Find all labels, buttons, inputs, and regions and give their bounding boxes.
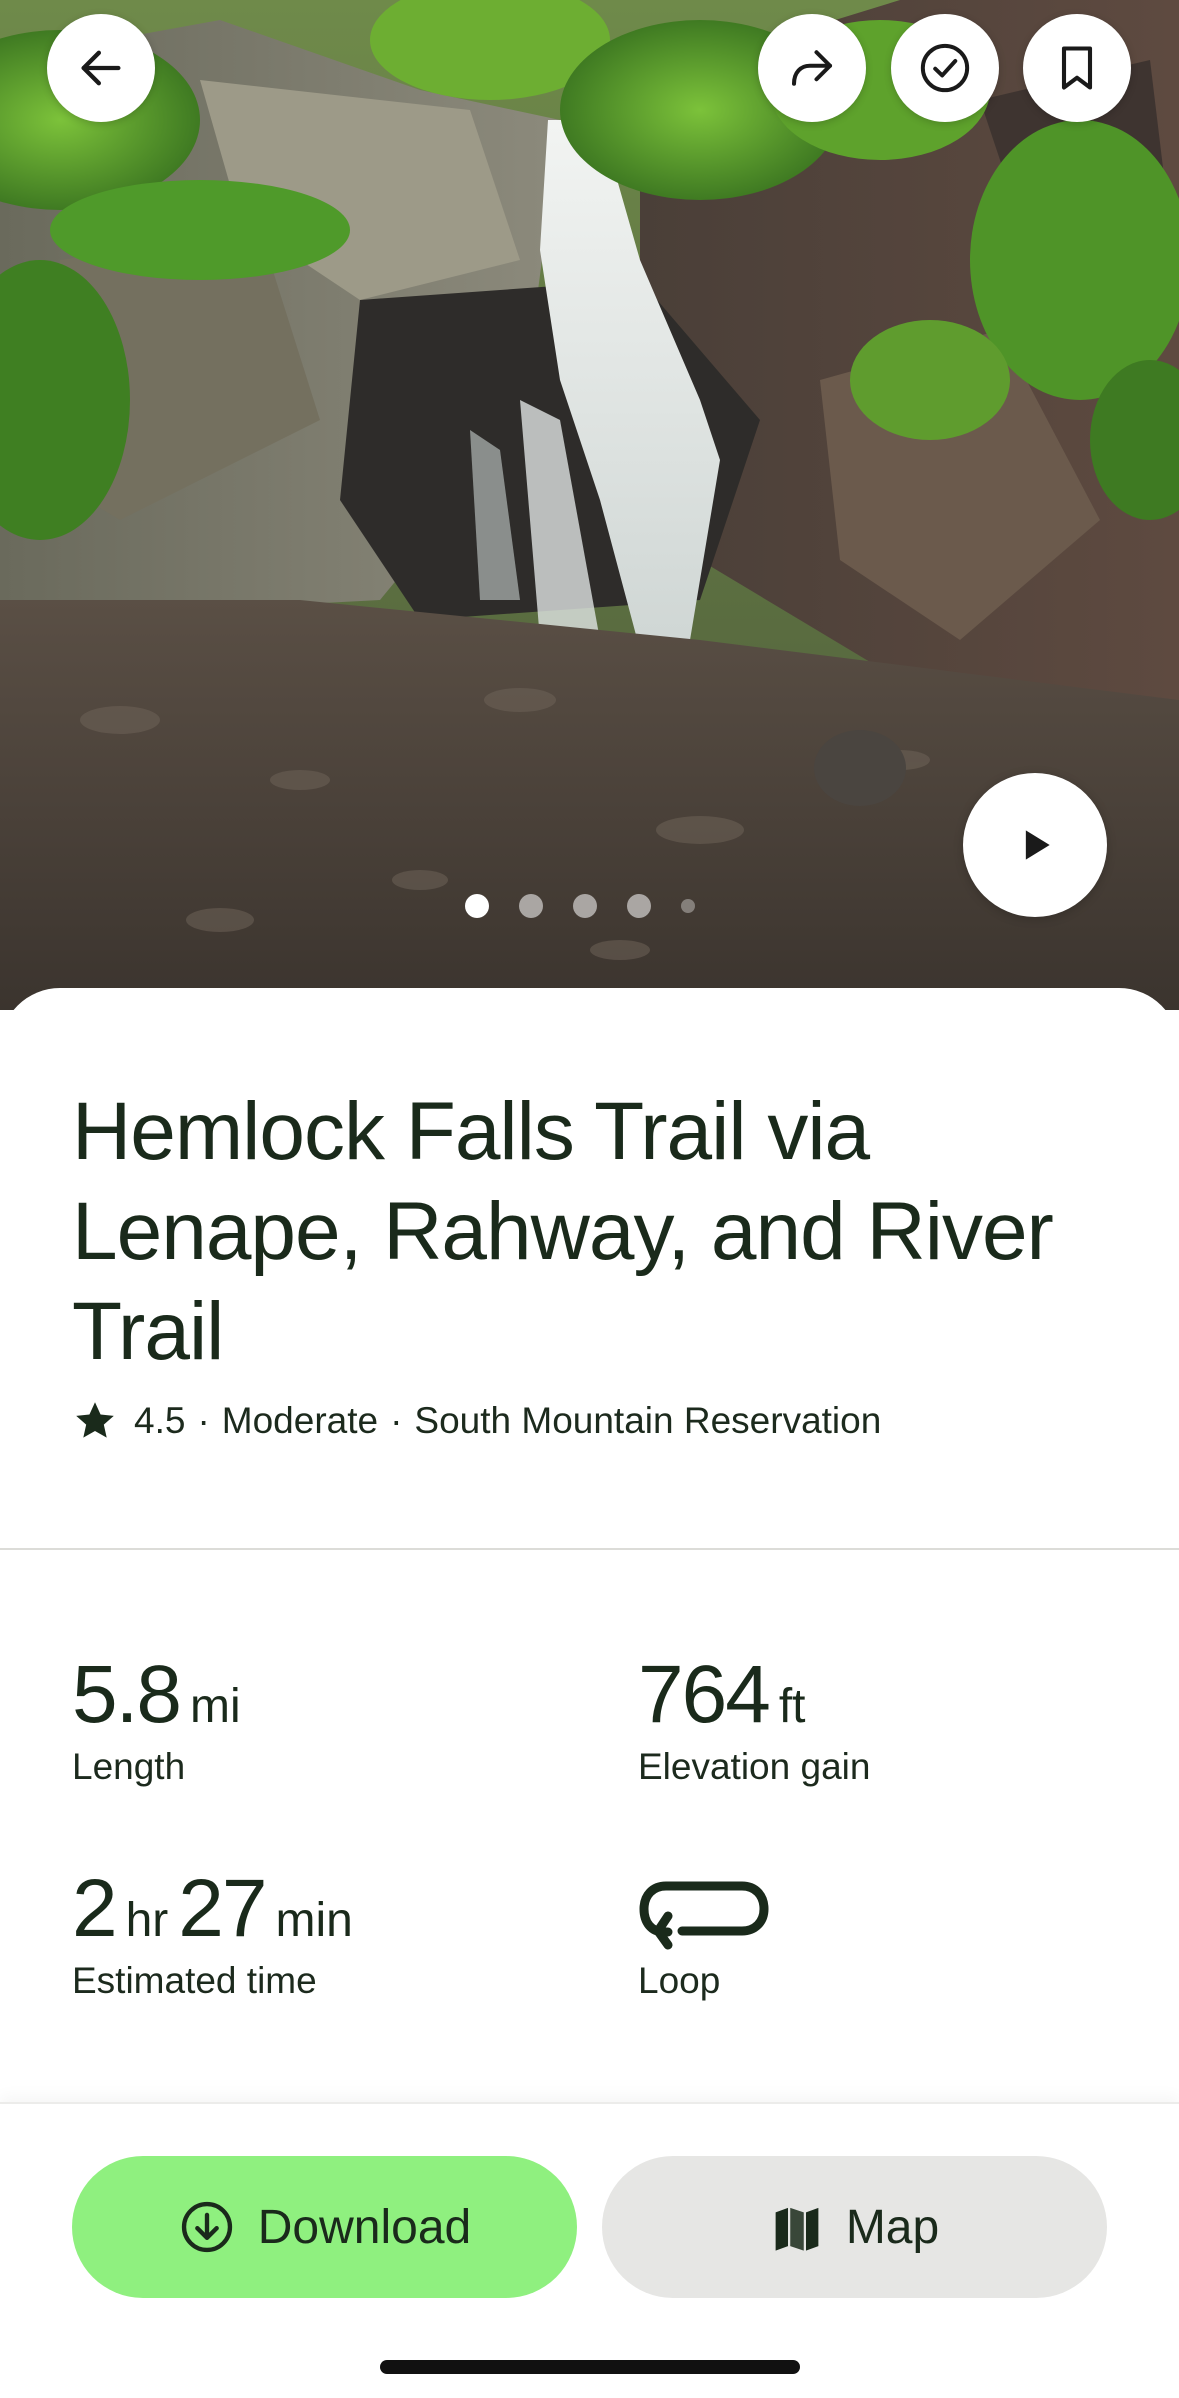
time-minutes-unit: min <box>275 1894 353 1947</box>
length-label: Length <box>72 1746 186 1787</box>
length-unit: mi <box>190 1680 241 1733</box>
map-icon <box>775 2207 819 2251</box>
share-arrow-icon <box>791 50 833 86</box>
difficulty-label: Moderate <box>221 1400 379 1441</box>
elevation-stat: 764 ft Elevation gain <box>638 1654 870 1788</box>
save-button[interactable] <box>1023 14 1131 122</box>
time-label: Estimated time <box>72 1960 317 2001</box>
check-circle-icon <box>920 43 970 93</box>
loop-icon <box>639 1881 769 1950</box>
download-label: Download <box>257 2200 472 2254</box>
star-icon <box>76 1402 114 1438</box>
time-hours-unit: hr <box>125 1894 169 1947</box>
meta-separator: · <box>390 1400 403 1441</box>
elevation-unit: ft <box>778 1680 806 1733</box>
pager-dot[interactable] <box>626 894 651 918</box>
elevation-value: 764 <box>638 1649 771 1740</box>
length-value: 5.8 <box>72 1649 182 1740</box>
park-link[interactable]: South Mountain Reservation <box>414 1400 881 1442</box>
mark-completed-button[interactable] <box>891 14 999 122</box>
trail-title: Hemlock Falls Trail via Lenape, Rahway, … <box>72 1086 1054 1377</box>
route-type-stat: Loop <box>638 1868 770 2002</box>
arrow-left-icon <box>81 50 121 86</box>
photo-pager[interactable] <box>0 894 1179 918</box>
section-divider <box>0 1548 1179 1550</box>
time-minutes-value: 27 <box>178 1863 267 1954</box>
play-icon <box>1025 830 1050 860</box>
pager-dot[interactable] <box>572 894 597 918</box>
route-type-label: Loop <box>638 1960 721 2001</box>
back-button[interactable] <box>47 14 155 122</box>
download-button[interactable]: Download <box>72 2156 577 2298</box>
bookmark-icon <box>1061 46 1093 90</box>
length-stat: 5.8 mi Length <box>72 1654 251 1788</box>
time-hours-value: 2 <box>72 1863 118 1954</box>
map-label: Map <box>845 2200 940 2254</box>
pager-dot[interactable] <box>464 894 489 918</box>
meta-separator: · <box>197 1400 210 1441</box>
share-button[interactable] <box>758 14 866 122</box>
download-icon <box>181 2201 232 2253</box>
bottom-action-bar: Download Map <box>0 2102 1179 2398</box>
map-button[interactable]: Map <box>602 2156 1107 2298</box>
home-indicator[interactable] <box>380 2360 800 2374</box>
pager-dot[interactable] <box>518 894 543 918</box>
estimated-time-stat: 2 hr 27 min Estimated time <box>72 1868 363 2002</box>
hero-photo[interactable] <box>0 0 1179 1010</box>
elevation-label: Elevation gain <box>638 1746 871 1787</box>
trail-meta: 4.5 · Moderate · South Mountain Reservat… <box>72 1398 881 1444</box>
rating-value: 4.5 <box>134 1400 186 1441</box>
pager-dot[interactable] <box>680 899 695 913</box>
